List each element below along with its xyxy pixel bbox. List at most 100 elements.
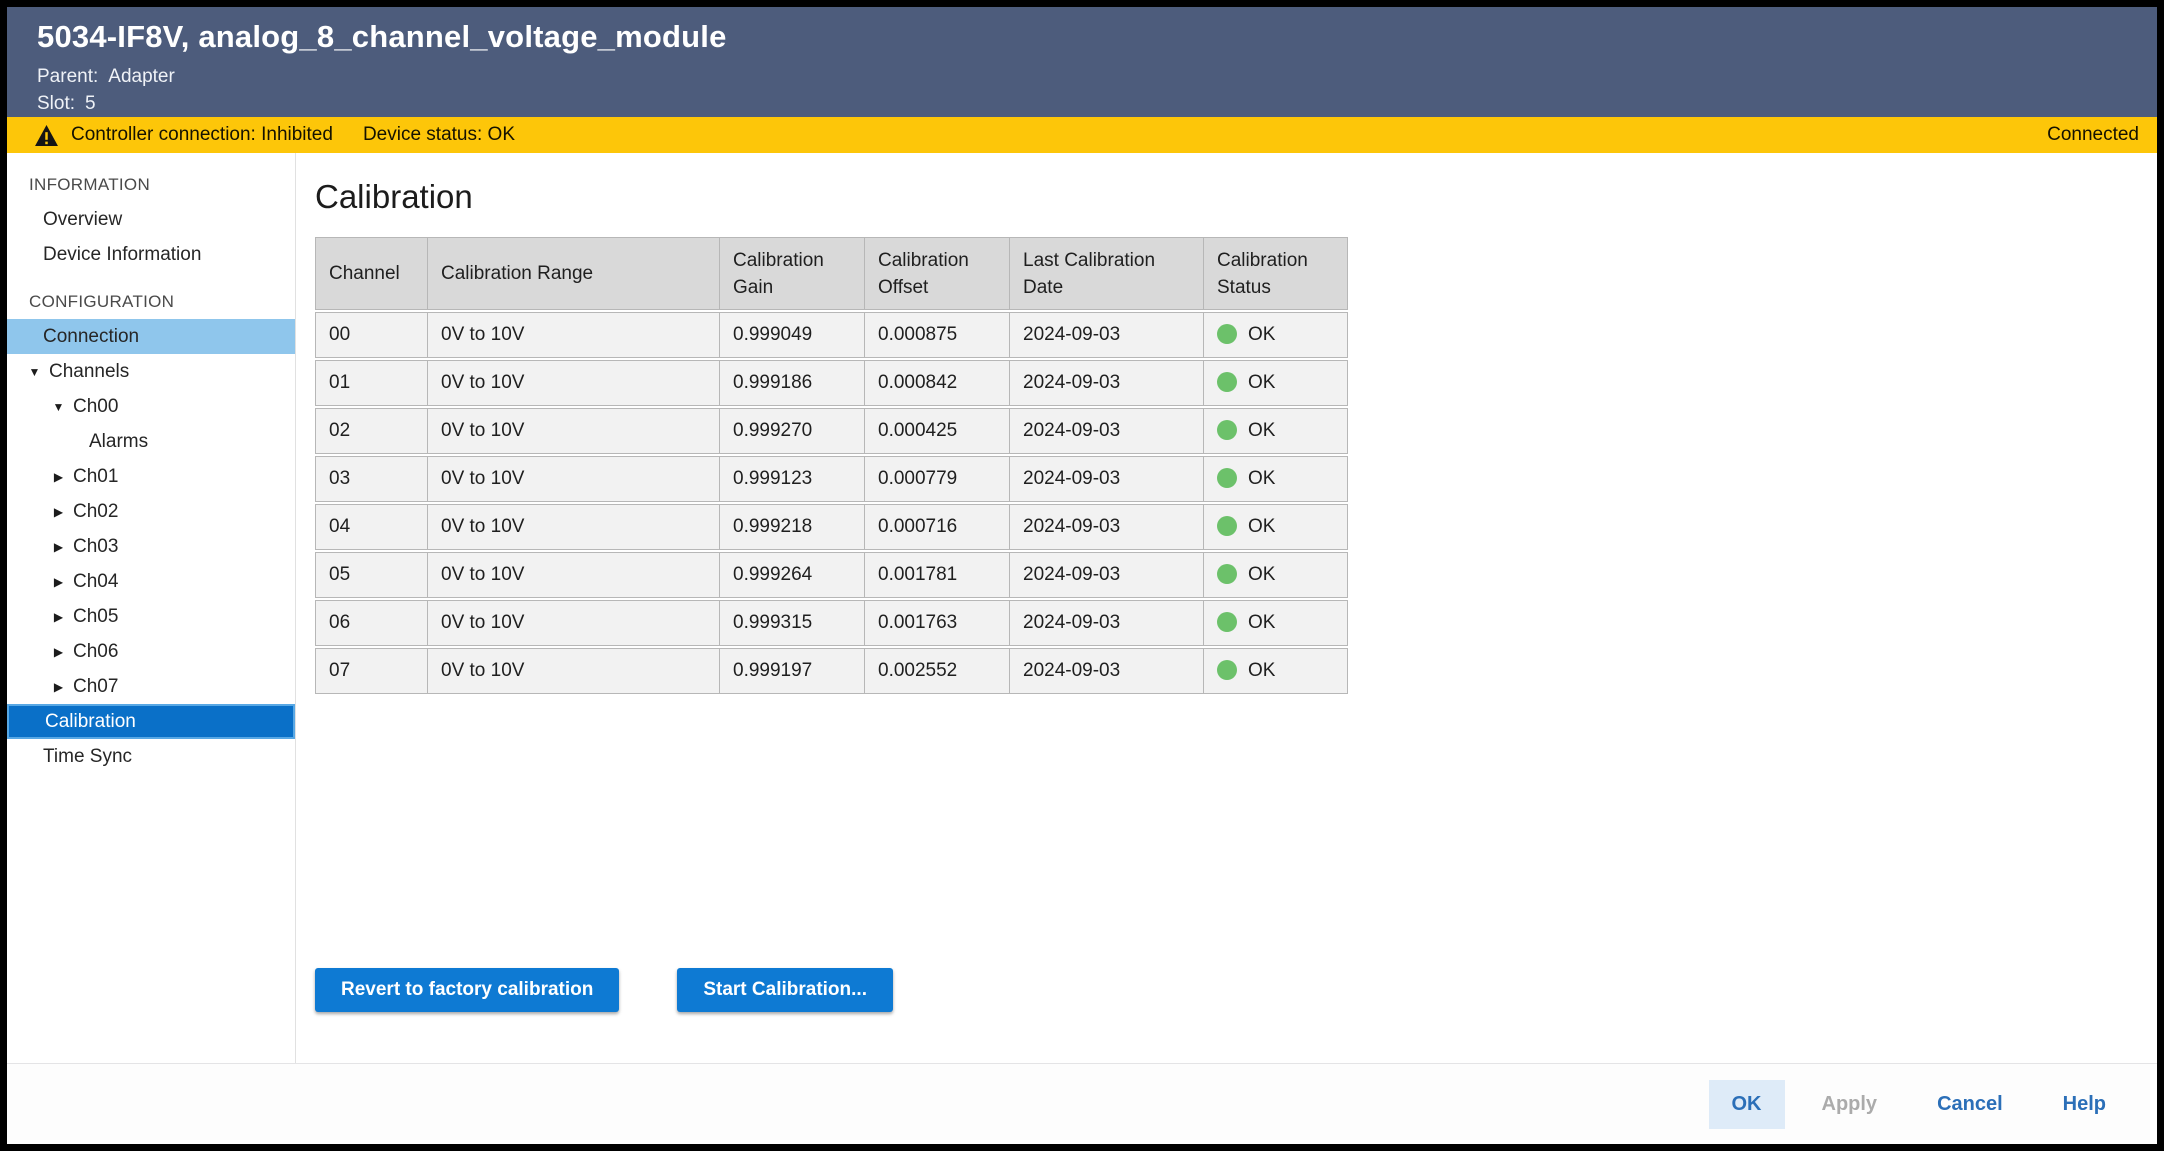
cell-offset: 0.000875 <box>865 312 1010 358</box>
table-row: 02 0V to 10V 0.999270 0.000425 2024-09-0… <box>315 408 1348 454</box>
chevron-right-icon[interactable]: ▶ <box>51 575 66 589</box>
chevron-down-icon[interactable]: ▼ <box>51 400 66 414</box>
sidebar-item-device-information[interactable]: Device Information <box>7 237 295 272</box>
sidebar-item-channels-label: Channels <box>49 361 129 383</box>
cell-range: 0V to 10V <box>428 408 720 454</box>
cell-channel: 07 <box>315 648 428 694</box>
cell-offset: 0.001781 <box>865 552 1010 598</box>
cancel-button[interactable]: Cancel <box>1914 1080 2026 1129</box>
cell-channel: 06 <box>315 600 428 646</box>
chevron-down-icon[interactable]: ▼ <box>27 365 42 379</box>
action-buttons: Revert to factory calibration Start Cali… <box>315 968 893 1012</box>
sidebar-item-ch03[interactable]: ▶ Ch03 <box>7 529 295 564</box>
status-label: OK <box>1248 660 1275 681</box>
device-status: Device status: OK <box>363 124 515 146</box>
sidebar-item-overview[interactable]: Overview <box>7 202 295 237</box>
sidebar-item-calibration[interactable]: Calibration <box>7 704 295 739</box>
chevron-right-icon[interactable]: ▶ <box>51 645 66 659</box>
cell-channel: 00 <box>315 312 428 358</box>
status-label: OK <box>1248 564 1275 585</box>
status-label: OK <box>1248 420 1275 441</box>
sidebar-item-ch07[interactable]: ▶ Ch07 <box>7 669 295 704</box>
cell-status: OK <box>1204 360 1348 406</box>
status-label: OK <box>1248 516 1275 537</box>
apply-button[interactable]: Apply <box>1799 1080 1901 1129</box>
footer: OK Apply Cancel Help <box>7 1063 2157 1144</box>
help-button[interactable]: Help <box>2040 1080 2129 1129</box>
sidebar-item-connection[interactable]: Connection <box>7 319 295 354</box>
col-header-status: Calibration Status <box>1204 237 1348 310</box>
sidebar-item-ch02-label: Ch02 <box>73 501 118 523</box>
sidebar-item-ch01[interactable]: ▶ Ch01 <box>7 459 295 494</box>
cell-date: 2024-09-03 <box>1010 648 1204 694</box>
cell-gain: 0.999315 <box>720 600 865 646</box>
col-header-date: Last Calibration Date <box>1010 237 1204 310</box>
cell-gain: 0.999186 <box>720 360 865 406</box>
sidebar-item-time-sync[interactable]: Time Sync <box>7 739 295 774</box>
cell-range: 0V to 10V <box>428 456 720 502</box>
cell-gain: 0.999270 <box>720 408 865 454</box>
table-row: 00 0V to 10V 0.999049 0.000875 2024-09-0… <box>315 312 1348 358</box>
cell-date: 2024-09-03 <box>1010 504 1204 550</box>
cell-status: OK <box>1204 600 1348 646</box>
cell-status: OK <box>1204 312 1348 358</box>
cell-status: OK <box>1204 504 1348 550</box>
connection-state-badge: Connected <box>2047 124 2139 146</box>
cell-gain: 0.999049 <box>720 312 865 358</box>
status-label: OK <box>1248 612 1275 633</box>
chevron-right-icon[interactable]: ▶ <box>51 610 66 624</box>
sidebar-item-ch04-label: Ch04 <box>73 571 118 593</box>
status-ok-icon <box>1217 660 1237 680</box>
cell-status: OK <box>1204 648 1348 694</box>
status-ok-icon <box>1217 564 1237 584</box>
sidebar-section-information: INFORMATION <box>7 167 295 202</box>
cell-range: 0V to 10V <box>428 312 720 358</box>
cell-offset: 0.000842 <box>865 360 1010 406</box>
table-row: 07 0V to 10V 0.999197 0.002552 2024-09-0… <box>315 648 1348 694</box>
cell-range: 0V to 10V <box>428 504 720 550</box>
cell-range: 0V to 10V <box>428 552 720 598</box>
sidebar-item-ch00-label: Ch00 <box>73 396 118 418</box>
sidebar-item-ch06-label: Ch06 <box>73 641 118 663</box>
cell-channel: 05 <box>315 552 428 598</box>
table-header-row: Channel Calibration Range Calibration Ga… <box>315 237 1348 310</box>
cell-offset: 0.000779 <box>865 456 1010 502</box>
cell-range: 0V to 10V <box>428 360 720 406</box>
start-calibration-button[interactable]: Start Calibration... <box>677 968 893 1012</box>
status-label: OK <box>1248 372 1275 393</box>
cell-offset: 0.000716 <box>865 504 1010 550</box>
table-row: 01 0V to 10V 0.999186 0.000842 2024-09-0… <box>315 360 1348 406</box>
sidebar-item-ch04[interactable]: ▶ Ch04 <box>7 564 295 599</box>
sidebar-item-ch02[interactable]: ▶ Ch02 <box>7 494 295 529</box>
sidebar-item-ch06[interactable]: ▶ Ch06 <box>7 634 295 669</box>
sidebar-item-ch01-label: Ch01 <box>73 466 118 488</box>
sidebar-item-channels[interactable]: ▼ Channels <box>7 354 295 389</box>
chevron-right-icon[interactable]: ▶ <box>51 540 66 554</box>
status-ok-icon <box>1217 516 1237 536</box>
revert-factory-calibration-button[interactable]: Revert to factory calibration <box>315 968 619 1012</box>
cell-channel: 04 <box>315 504 428 550</box>
cell-gain: 0.999264 <box>720 552 865 598</box>
cell-status: OK <box>1204 552 1348 598</box>
col-header-offset: Calibration Offset <box>865 237 1010 310</box>
sidebar: INFORMATION Overview Device Information … <box>7 153 296 1063</box>
chevron-right-icon[interactable]: ▶ <box>51 680 66 694</box>
cell-offset: 0.000425 <box>865 408 1010 454</box>
sidebar-item-ch00[interactable]: ▼ Ch00 <box>7 389 295 424</box>
titlebar: 5034-IF8V, analog_8_channel_voltage_modu… <box>7 7 2157 117</box>
status-ok-icon <box>1217 420 1237 440</box>
sidebar-item-ch05-label: Ch05 <box>73 606 118 628</box>
cell-date: 2024-09-03 <box>1010 456 1204 502</box>
chevron-right-icon[interactable]: ▶ <box>51 505 66 519</box>
cell-date: 2024-09-03 <box>1010 408 1204 454</box>
sidebar-item-ch03-label: Ch03 <box>73 536 118 558</box>
ok-button[interactable]: OK <box>1709 1080 1785 1129</box>
section-heading: Calibration <box>315 177 2157 217</box>
sidebar-item-ch05[interactable]: ▶ Ch05 <box>7 599 295 634</box>
sidebar-item-alarms[interactable]: Alarms <box>7 424 295 459</box>
main-content: Calibration Channel Calibration Range Ca… <box>296 153 2157 1063</box>
status-ok-icon <box>1217 372 1237 392</box>
status-label: OK <box>1248 468 1275 489</box>
cell-offset: 0.001763 <box>865 600 1010 646</box>
chevron-right-icon[interactable]: ▶ <box>51 470 66 484</box>
